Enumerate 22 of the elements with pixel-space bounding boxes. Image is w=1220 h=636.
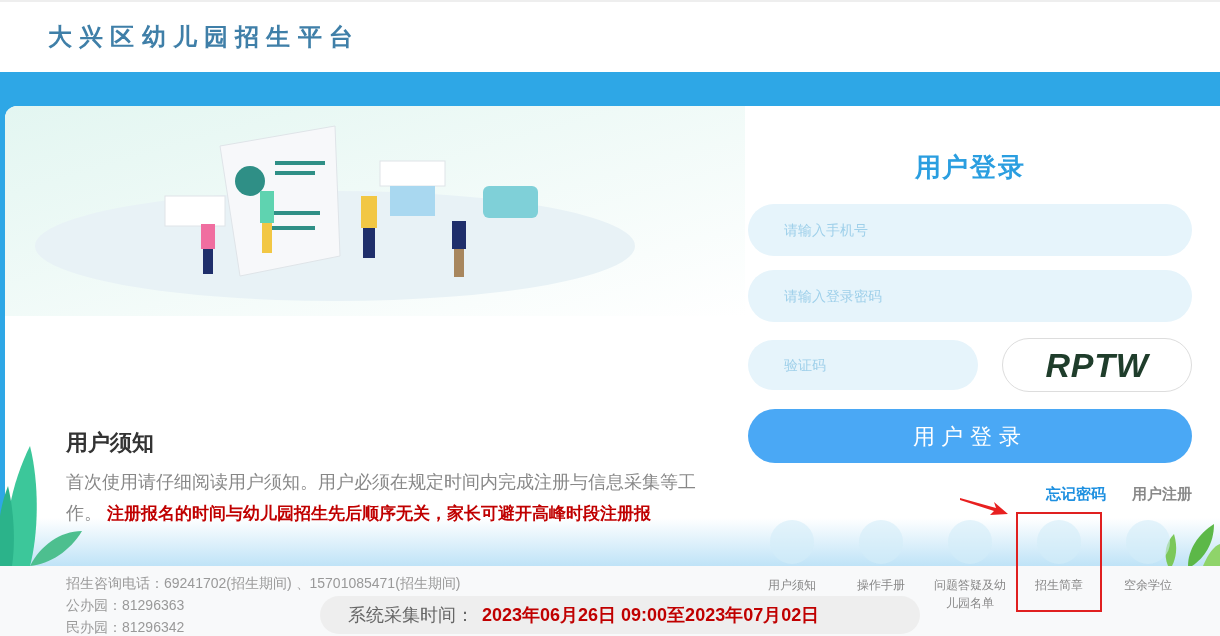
input-field[interactable]: 请输入登录密码	[748, 270, 1192, 322]
login-title: 用户登录	[913, 151, 1027, 184]
notice-text: 首次使用请仔细阅读用户须知。用户必须在规定时间内完成注册与信息采集等工作。 注册报名的时间与幼儿园招生先后顺序无关，家长可避开高峰时段注册报	[66, 471, 697, 525]
quick-link[interactable]: 操作手册	[857, 519, 906, 594]
input-field[interactable]: 请输入手机号	[748, 204, 1192, 256]
contact-line: 公办园：81296363	[66, 596, 185, 615]
contact-line: 民办园：81296342	[66, 618, 185, 636]
site-title: 大兴区幼儿园招生平台	[48, 22, 360, 52]
account-link[interactable]: 用户注册	[1132, 483, 1192, 506]
captcha-image: RPTW	[1002, 338, 1192, 392]
captcha-field[interactable]: 验证码	[748, 340, 978, 390]
quick-link[interactable]: 用户须知	[768, 519, 817, 594]
collection-time-value: 2023年06月26日 09:00至2023年07月02日	[482, 603, 820, 627]
annotation-arrow	[960, 495, 1009, 516]
notice-heading: 用户须知	[66, 429, 155, 457]
contact-line: 招生咨询电话：69241702(招生期间) 、15701085471(招生期间)	[66, 574, 461, 593]
collection-time-label: 系统采集时间：	[348, 603, 474, 627]
quick-link[interactable]: 招生简章	[1034, 519, 1083, 594]
login-button[interactable]: 用户登录	[748, 409, 1192, 463]
account-link[interactable]: 忘记密码	[1046, 483, 1106, 506]
quick-link[interactable]: 空余学位	[1123, 519, 1172, 594]
quick-link[interactable]: 问题答疑及幼儿园名单	[930, 519, 1010, 612]
